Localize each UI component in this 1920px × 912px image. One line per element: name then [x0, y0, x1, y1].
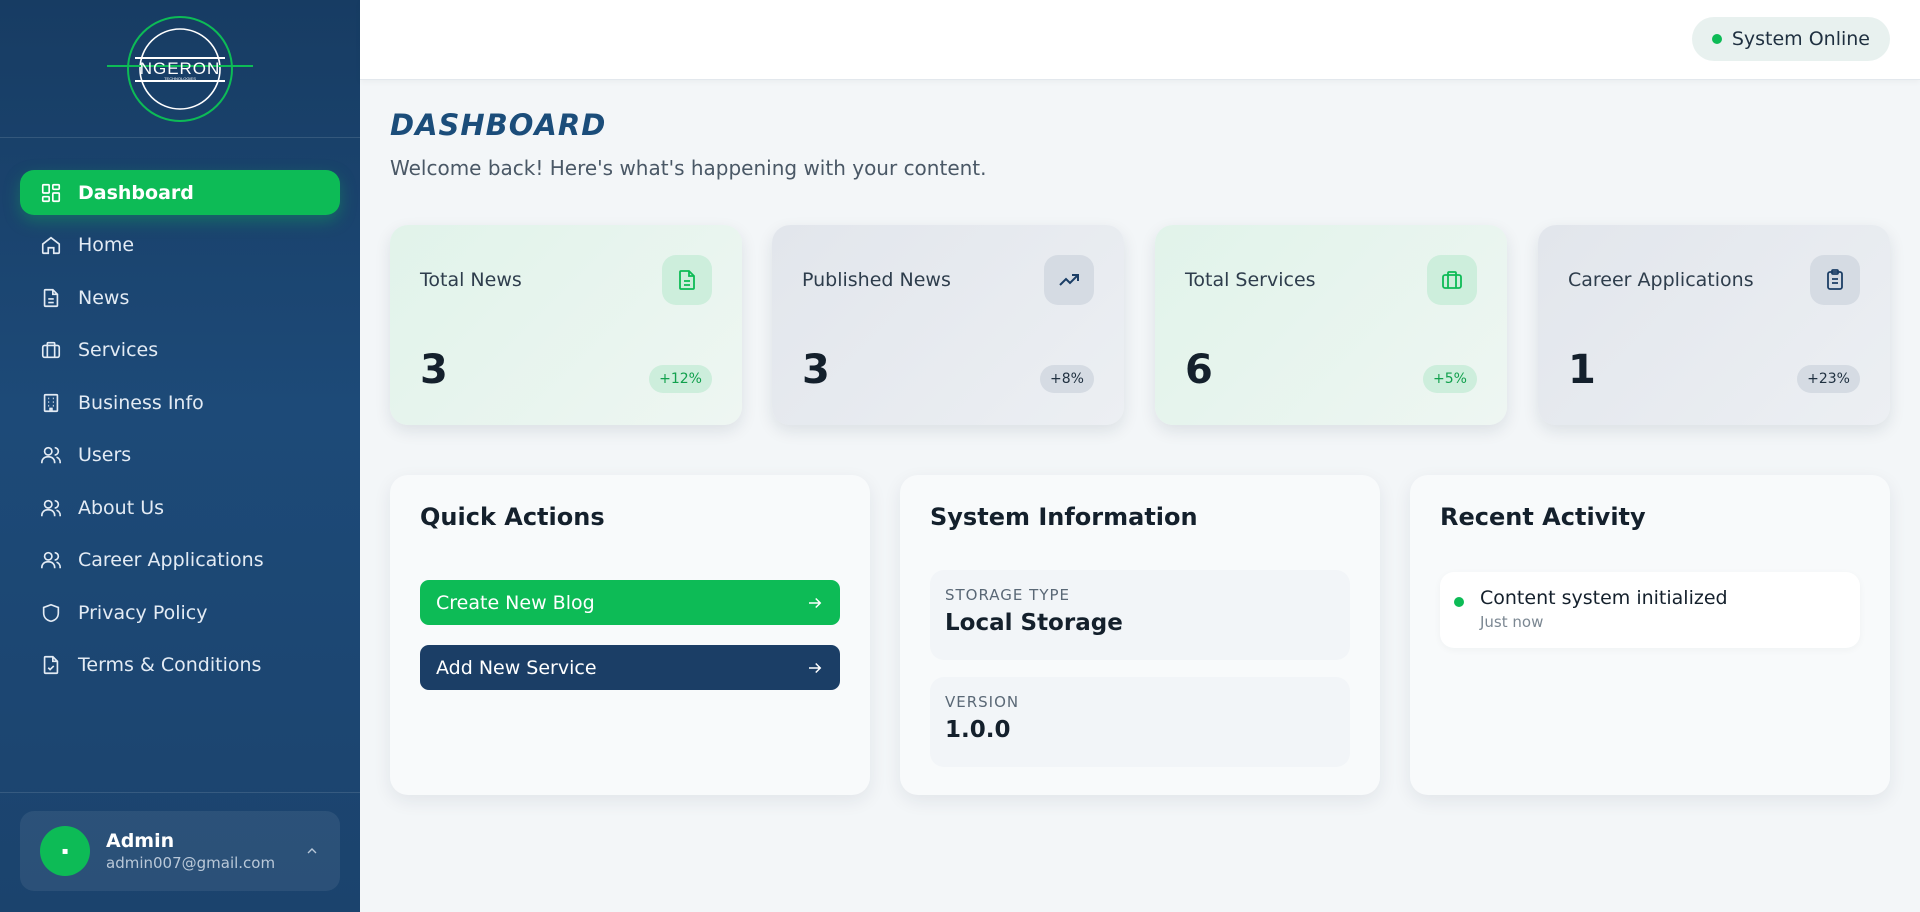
sidebar-item-about-us[interactable]: About Us [20, 485, 340, 530]
sidebar-nav: Dashboard Home News Services Business In… [0, 138, 360, 688]
create-new-blog-button[interactable]: Create New Blog [420, 580, 840, 625]
sidebar-footer: ▪ Admin admin007@gmail.com [0, 792, 360, 912]
briefcase-icon [40, 339, 62, 361]
stat-label: Published News [802, 269, 951, 291]
sidebar-item-dashboard[interactable]: Dashboard [20, 170, 340, 215]
version-box: VERSION 1.0.0 [930, 677, 1350, 767]
sidebar: NGERON TECHNOLOGIES Dashboard Home News [0, 0, 360, 912]
sidebar-item-label: Terms & Conditions [78, 654, 262, 676]
stats-row: Total News 3 +12% Published News 3 +8% T… [390, 225, 1890, 425]
building-icon [40, 392, 62, 414]
system-information-panel: System Information STORAGE TYPE Local St… [900, 475, 1380, 795]
user-email: admin007@gmail.com [106, 854, 276, 872]
user-name: Admin [106, 830, 175, 852]
file-text-icon [662, 255, 712, 305]
shield-icon [40, 602, 62, 624]
users-icon [40, 549, 62, 571]
sidebar-item-label: Services [78, 339, 159, 361]
sidebar-item-label: Home [78, 234, 135, 256]
briefcase-icon [1427, 255, 1477, 305]
sidebar-item-label: News [78, 286, 130, 309]
main-content: DASHBOARD Welcome back! Here's what's ha… [360, 80, 1920, 912]
users-icon [40, 444, 62, 466]
storage-type-value: Local Storage [945, 610, 1123, 636]
sidebar-item-label: Users [78, 444, 132, 466]
sidebar-item-users[interactable]: Users [20, 433, 340, 478]
stat-value: 3 [802, 347, 830, 393]
logo-area: NGERON TECHNOLOGIES [0, 0, 360, 138]
system-status-badge: System Online [1691, 17, 1890, 61]
panel-title: Quick Actions [420, 503, 605, 531]
sidebar-item-privacy-policy[interactable]: Privacy Policy [20, 590, 340, 635]
activity-text: Content system initialized [1480, 587, 1728, 609]
stat-label: Career Applications [1568, 269, 1754, 291]
stat-change-badge: +23% [1797, 365, 1860, 393]
system-status-label: System Online [1731, 28, 1870, 50]
stat-card-career-applications: Career Applications 1 +23% [1538, 225, 1890, 425]
button-label: Add New Service [436, 656, 597, 679]
button-label: Create New Blog [436, 591, 595, 614]
sidebar-item-terms-conditions[interactable]: Terms & Conditions [20, 643, 340, 688]
activity-dot [1454, 597, 1464, 607]
brand-logo[interactable]: NGERON TECHNOLOGIES [105, 14, 255, 124]
sidebar-item-label: About Us [78, 496, 165, 519]
arrow-right-icon [809, 662, 822, 673]
dashboard-icon [40, 182, 62, 204]
avatar: ▪ [40, 826, 90, 876]
activity-time: Just now [1480, 613, 1544, 631]
stat-label: Total News [420, 269, 522, 291]
stat-card-total-news: Total News 3 +12% [390, 225, 742, 425]
storage-type-box: STORAGE TYPE Local Storage [930, 570, 1350, 660]
chevron-up-icon[interactable] [304, 843, 320, 859]
page-title: DASHBOARD [390, 108, 607, 142]
stat-change-badge: +12% [649, 365, 712, 393]
sidebar-item-label: Business Info [78, 391, 204, 414]
sidebar-item-label: Career Applications [78, 549, 264, 571]
sidebar-item-business-info[interactable]: Business Info [20, 380, 340, 425]
status-dot [1711, 34, 1722, 44]
stat-card-published-news: Published News 3 +8% [772, 225, 1124, 425]
arrow-right-icon [809, 597, 822, 608]
svg-text:TECHNOLOGIES: TECHNOLOGIES [164, 76, 196, 81]
version-value: 1.0.0 [945, 717, 1011, 743]
sidebar-item-label: Privacy Policy [78, 601, 208, 624]
stat-value: 1 [1568, 347, 1596, 393]
panel-title: Recent Activity [1440, 503, 1646, 531]
document-icon [40, 287, 62, 309]
activity-item: Content system initialized Just now [1440, 572, 1860, 648]
quick-actions-panel: Quick Actions Create New Blog Add New Se… [390, 475, 870, 795]
trending-up-icon [1044, 255, 1094, 305]
topbar: System Online [360, 0, 1920, 80]
page-subtitle: Welcome back! Here's what's happening wi… [390, 156, 987, 180]
stat-value: 6 [1185, 347, 1213, 393]
recent-activity-panel: Recent Activity Content system initializ… [1410, 475, 1890, 795]
version-label: VERSION [945, 693, 1020, 711]
sidebar-item-home[interactable]: Home [20, 223, 340, 268]
sidebar-item-label: Dashboard [78, 181, 194, 204]
sidebar-item-services[interactable]: Services [20, 328, 340, 373]
panel-title: System Information [930, 503, 1198, 531]
file-check-icon [40, 654, 62, 676]
stat-change-badge: +5% [1423, 365, 1477, 393]
sidebar-item-news[interactable]: News [20, 275, 340, 320]
storage-type-label: STORAGE TYPE [945, 586, 1071, 604]
home-icon [40, 234, 62, 256]
stat-label: Total Services [1185, 269, 1316, 291]
stat-card-total-services: Total Services 6 +5% [1155, 225, 1507, 425]
user-menu[interactable]: ▪ Admin admin007@gmail.com [20, 811, 340, 891]
stat-value: 3 [420, 347, 448, 393]
sidebar-item-career-applications[interactable]: Career Applications [20, 538, 340, 583]
clipboard-icon [1810, 255, 1860, 305]
user-info: Admin admin007@gmail.com [106, 830, 304, 872]
add-new-service-button[interactable]: Add New Service [420, 645, 840, 690]
panels-row: Quick Actions Create New Blog Add New Se… [390, 475, 1890, 795]
users-icon [40, 497, 62, 519]
stat-change-badge: +8% [1040, 365, 1094, 393]
